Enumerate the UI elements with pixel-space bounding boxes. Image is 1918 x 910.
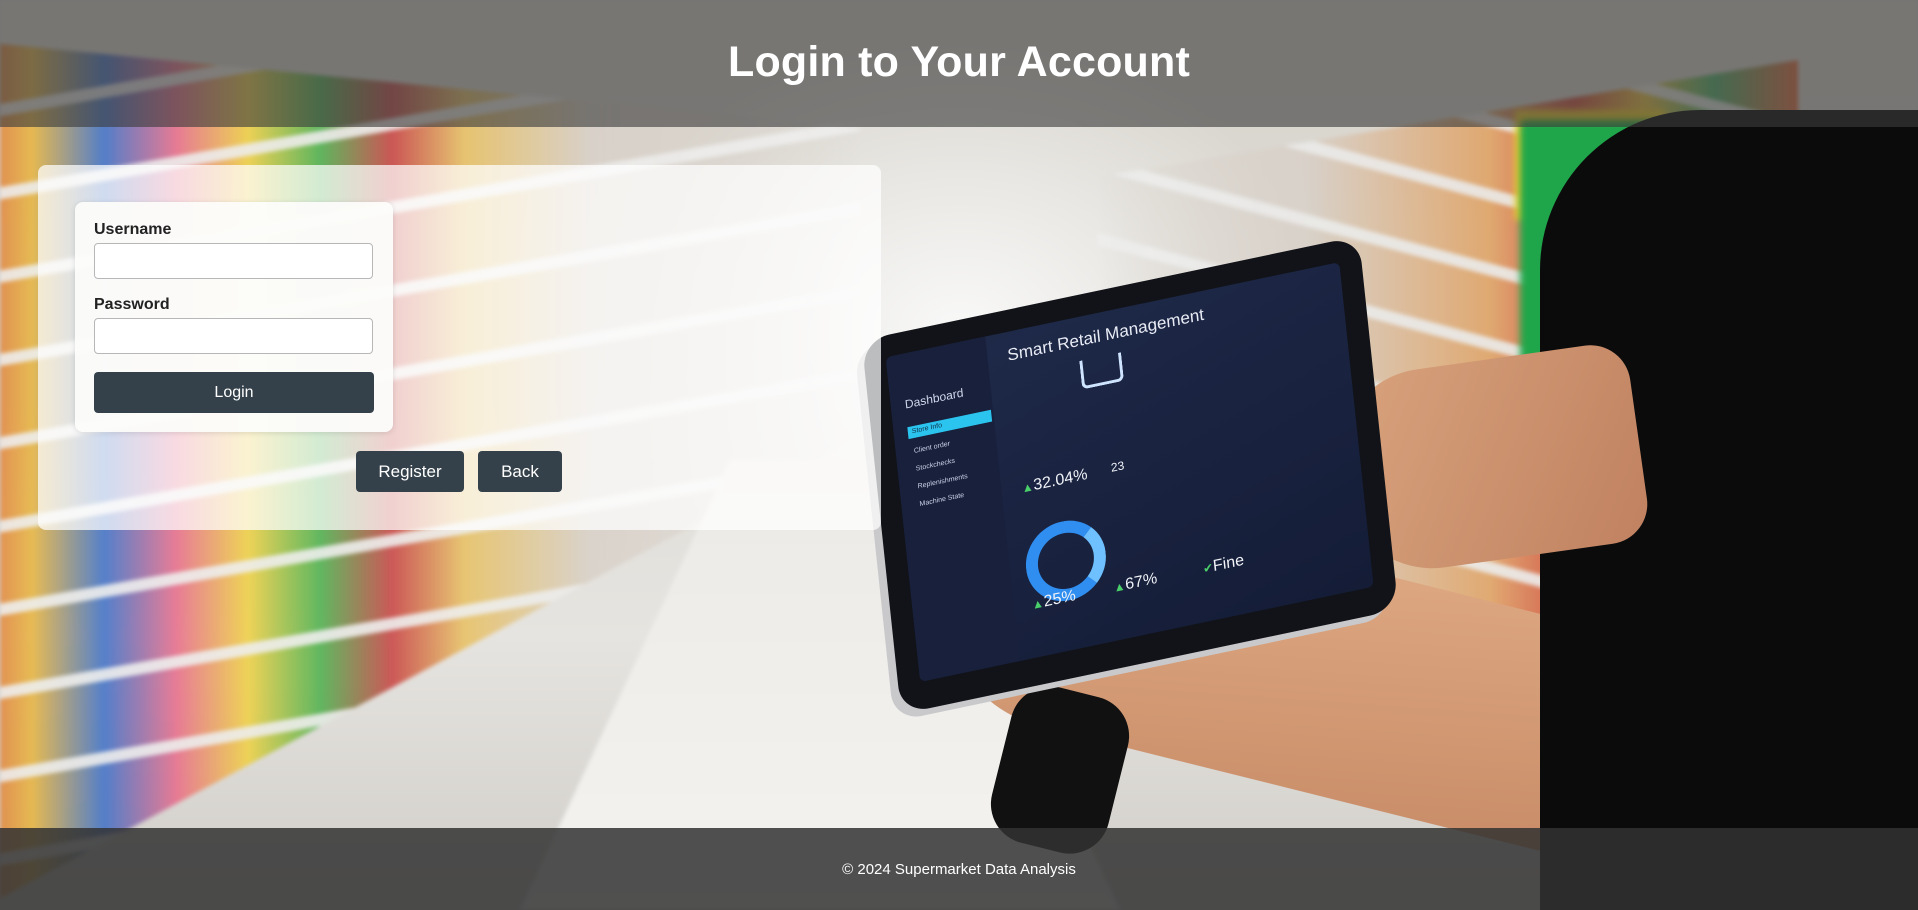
register-button[interactable]: Register <box>356 451 464 492</box>
tablet-screen: Smart Retail Management Dashboard Store … <box>885 262 1374 682</box>
login-container: Username Password Login Register Back <box>38 165 881 530</box>
tablet-kpi: ✔Fine <box>1202 551 1245 577</box>
login-button[interactable]: Login <box>94 372 374 413</box>
tablet-kpi: 23 <box>1110 458 1125 475</box>
page-footer: © 2024 Supermarket Data Analysis <box>0 828 1918 910</box>
basket-icon <box>1079 352 1125 390</box>
footer-copyright: © 2024 Supermarket Data Analysis <box>842 860 1076 878</box>
back-button[interactable]: Back <box>478 451 562 492</box>
password-label: Password <box>94 296 170 313</box>
tablet-kpi: ▲32.04% <box>1020 466 1089 496</box>
page-title: Login to Your Account <box>727 38 1191 86</box>
username-input[interactable] <box>94 243 373 279</box>
tablet-kpi: ▲67% <box>1112 570 1159 595</box>
page-header: Login to Your Account <box>0 0 1918 127</box>
password-input[interactable] <box>94 318 373 354</box>
login-form: Username Password Login <box>75 202 393 432</box>
username-label: Username <box>94 221 172 238</box>
